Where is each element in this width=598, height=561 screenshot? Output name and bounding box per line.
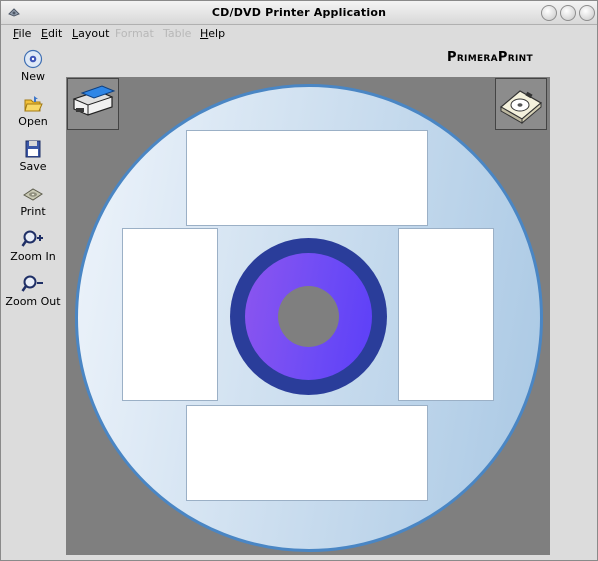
disc-printer-icon — [72, 85, 116, 116]
zoom-out-label: Zoom Out — [5, 295, 61, 308]
menu-table: Table — [163, 27, 192, 40]
new-label: New — [21, 70, 45, 83]
application-window: CD/DVD Printer Application File Edit Lay… — [0, 0, 598, 561]
menu-format: Format — [115, 27, 154, 40]
new-button[interactable]: New — [1, 49, 65, 83]
close-button[interactable] — [579, 5, 595, 21]
zoom-out-button[interactable]: Zoom Out — [1, 274, 65, 308]
menu-edit[interactable]: Edit — [41, 27, 62, 40]
side-toolbar: New Open Save Print Zoom In Zoom Out — [1, 45, 63, 365]
right-text-box[interactable] — [398, 228, 494, 401]
disc-label-area[interactable] — [75, 84, 543, 552]
open-button[interactable]: Open — [1, 94, 65, 128]
top-text-box[interactable] — [186, 130, 428, 226]
zoom-out-icon — [21, 275, 43, 292]
brand-logo: PrimeraPrint — [447, 50, 533, 65]
folder-icon — [24, 96, 43, 112]
menu-file[interactable]: File — [13, 27, 31, 40]
disc-tray-button[interactable] — [495, 78, 547, 130]
zoom-in-button[interactable]: Zoom In — [1, 229, 65, 263]
print-label: Print — [20, 205, 46, 218]
bottom-text-box[interactable] — [186, 405, 428, 501]
floppy-disk-icon — [25, 140, 41, 158]
zoom-in-icon — [21, 230, 43, 247]
menu-help[interactable]: Help — [200, 27, 225, 40]
menu-bar: File Edit Layout Format Table Help — [1, 25, 597, 43]
design-canvas[interactable] — [66, 77, 550, 555]
open-label: Open — [18, 115, 48, 128]
minimize-button[interactable] — [541, 5, 557, 21]
menu-layout[interactable]: Layout — [72, 27, 109, 40]
disc-center-hole — [278, 286, 339, 347]
zoom-in-label: Zoom In — [10, 250, 56, 263]
new-disc-icon — [23, 49, 43, 69]
title-bar[interactable]: CD/DVD Printer Application — [1, 1, 597, 25]
disc-printer-button[interactable] — [67, 78, 119, 130]
print-button[interactable]: Print — [1, 184, 65, 218]
save-button[interactable]: Save — [1, 139, 65, 173]
left-text-box[interactable] — [122, 228, 218, 401]
window-title: CD/DVD Printer Application — [211, 6, 387, 19]
maximize-button[interactable] — [560, 5, 576, 21]
printer-icon — [23, 188, 43, 201]
save-label: Save — [19, 160, 47, 173]
disc-tray-icon — [499, 90, 543, 125]
